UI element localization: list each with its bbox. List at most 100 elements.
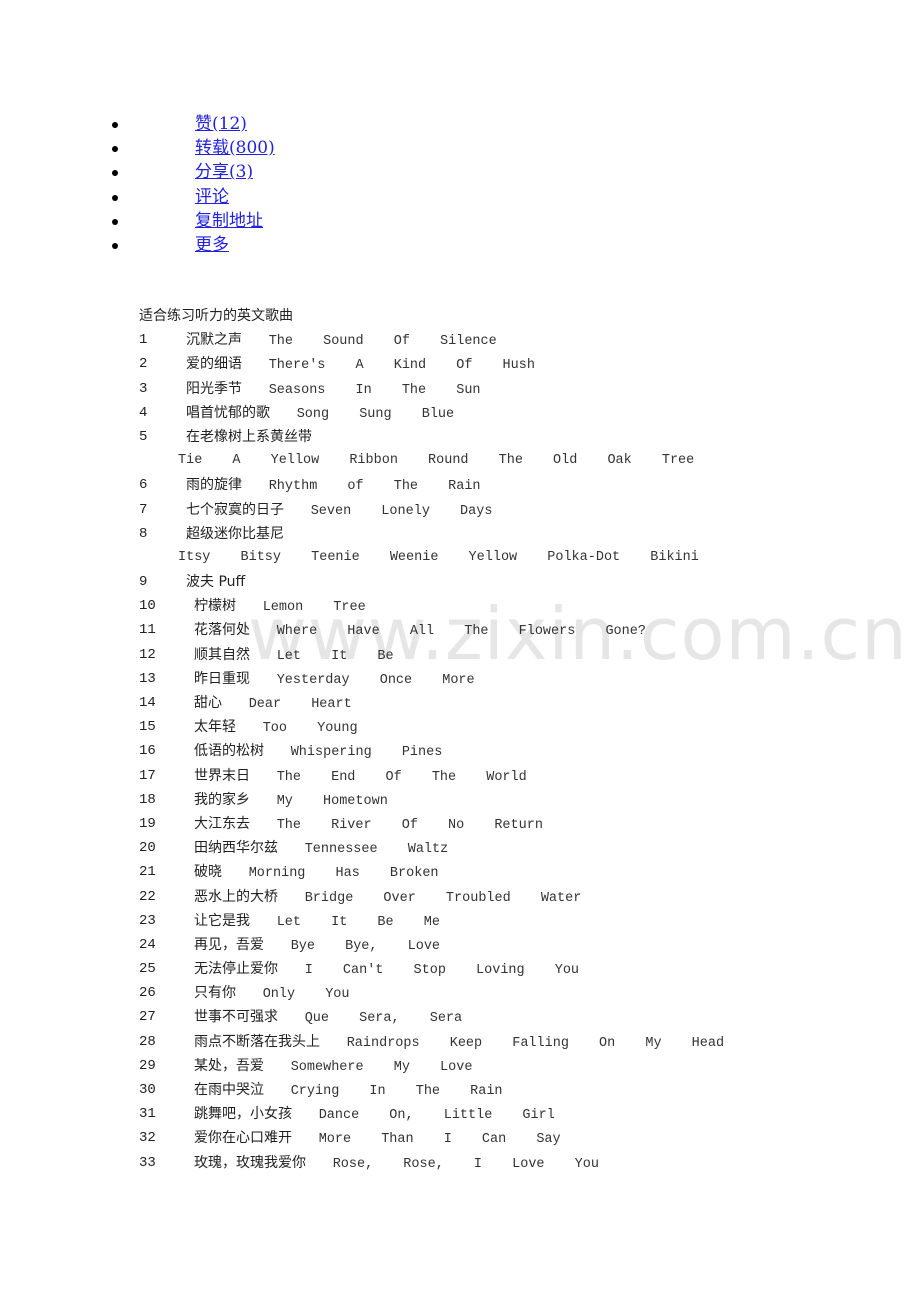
song-chinese-title: 跳舞吧，小女孩 Dance On, Little Girl xyxy=(194,1102,555,1128)
song-row-continuation: Itsy Bitsy Teenie Weenie Yellow Polka-Do… xyxy=(139,546,699,570)
song-row: 5 在老橡树上系黄丝带 xyxy=(139,425,312,449)
song-chinese-title: 超级迷你比基尼 xyxy=(186,522,284,546)
song-row: 19 大江东去 The River Of No Return xyxy=(139,812,543,836)
song-row: 2 爱的细语 There's A Kind Of Hush xyxy=(139,352,535,376)
song-number: 20 xyxy=(139,840,156,857)
song-chinese-title: 只有你 Only You xyxy=(194,981,350,1007)
song-chinese-title: 甜心 Dear Heart xyxy=(194,691,352,717)
song-chinese-title: 某处，吾爱 Somewhere My Love xyxy=(194,1054,472,1080)
song-chinese-title: 阳光季节 Seasons In The Sun xyxy=(186,377,481,403)
song-number: 33 xyxy=(139,1154,156,1171)
song-english-title: My Hometown xyxy=(276,793,388,809)
song-row: 8 超级迷你比基尼 xyxy=(139,522,293,546)
song-row: 13 昨日重现 Yesterday Once More xyxy=(139,667,475,691)
song-chinese-title-text: 阳光季节 xyxy=(186,380,242,397)
more-link[interactable]: 更多 xyxy=(195,233,229,257)
song-chinese-title-text: 世事不可强求 xyxy=(194,1009,278,1026)
song-chinese-title-text: 只有你 xyxy=(194,985,236,1002)
song-english-title: The End Of The World xyxy=(276,769,527,785)
song-english-title: Rose, Rose, I Love You xyxy=(332,1156,599,1172)
song-chinese-title: 我的家乡 My Hometown xyxy=(194,788,388,814)
song-chinese-title: 雨的旋律 Rhythm of The Rain xyxy=(186,473,481,499)
repost-link[interactable]: 转载(800) xyxy=(195,136,275,160)
song-number: 25 xyxy=(139,961,156,978)
song-chinese-title-text: 再见，吾爱 xyxy=(194,936,264,953)
song-english-title: Somewhere My Love xyxy=(290,1059,473,1075)
comment-link[interactable]: 评论 xyxy=(195,185,229,209)
song-chinese-title: 沉默之声 The Sound Of Silence xyxy=(186,328,497,354)
song-chinese-title: 无法停止爱你 I Can't Stop Loving You xyxy=(194,957,579,983)
song-row: 31 跳舞吧，小女孩 Dance On, Little Girl xyxy=(139,1102,555,1126)
song-row: 29 某处，吾爱 Somewhere My Love xyxy=(139,1054,472,1078)
song-row: 1 沉默之声 The Sound Of Silence xyxy=(139,328,497,352)
song-chinese-title: 世界末日 The End Of The World xyxy=(194,764,527,790)
song-english-title: I Can't Stop Loving You xyxy=(304,963,580,979)
song-number: 28 xyxy=(139,1033,156,1050)
like-link[interactable]: 赞(12) xyxy=(195,112,247,136)
song-row: 27 世事不可强求 Que Sera, Sera xyxy=(139,1005,462,1029)
bullet-icon xyxy=(112,122,118,128)
song-english-title: Bye Bye, Love xyxy=(290,938,441,954)
song-chinese-title-text: 沉默之声 xyxy=(186,332,242,349)
song-chinese-title: 爱的细语 There's A Kind Of Hush xyxy=(186,352,535,378)
song-chinese-title-text: 太年轻 xyxy=(194,719,236,736)
song-chinese-title: 波夫 Puff xyxy=(186,570,245,594)
song-number: 24 xyxy=(139,936,156,953)
song-english-title: Dance On, Little Girl xyxy=(318,1108,555,1124)
song-chinese-title-text: 超级迷你比基尼 xyxy=(186,525,284,542)
song-row: 4 唱首忧郁的歌 Song Sung Blue xyxy=(139,401,454,425)
song-number: 14 xyxy=(139,695,156,711)
song-number: 12 xyxy=(139,646,156,663)
song-row: 23 让它是我 Let It Be Me xyxy=(139,909,440,933)
song-chinese-title-text: 跳舞吧，小女孩 xyxy=(194,1106,292,1123)
song-chinese-title-text: 柠檬树 xyxy=(194,598,236,615)
song-english-title: There's A Kind Of Hush xyxy=(268,358,535,374)
song-chinese-title: 太年轻 Too Young xyxy=(194,715,358,741)
song-chinese-title: 在老橡树上系黄丝带 xyxy=(186,425,312,449)
song-english-title: Morning Has Broken xyxy=(248,866,439,882)
song-number: 2 xyxy=(139,356,148,373)
song-number: 7 xyxy=(139,501,148,518)
song-chinese-title: 恶水上的大桥 Bridge Over Troubled Water xyxy=(194,885,581,911)
song-number: 26 xyxy=(139,985,156,1002)
song-row: 21 破晓 Morning Has Broken xyxy=(139,860,439,884)
song-chinese-title-text: 我的家乡 xyxy=(194,791,250,808)
song-row: 14 甜心 Dear Heart xyxy=(139,691,352,715)
song-chinese-title-text: 恶水上的大桥 xyxy=(194,888,278,905)
song-number: 29 xyxy=(139,1057,156,1074)
song-row: 3 阳光季节 Seasons In The Sun xyxy=(139,377,481,401)
song-chinese-title: 雨点不断落在我头上 Raindrops Keep Falling On My H… xyxy=(194,1030,724,1056)
song-row: 33 玫瑰，玫瑰我爱你 Rose, Rose, I Love You xyxy=(139,1151,599,1175)
song-english-title: Que Sera, Sera xyxy=(304,1011,463,1027)
song-number: 1 xyxy=(139,332,148,349)
song-english-title: Song Sung Blue xyxy=(296,406,455,422)
song-number: 15 xyxy=(139,719,156,736)
song-chinese-title-text: 七个寂寞的日子 xyxy=(186,501,284,518)
song-chinese-title-text: 甜心 xyxy=(194,695,222,711)
song-row: 20 田纳西华尔兹 Tennessee Waltz xyxy=(139,836,448,860)
share-link[interactable]: 分享(3) xyxy=(195,160,253,184)
song-row: 25 无法停止爱你 I Can't Stop Loving You xyxy=(139,957,579,981)
song-number: 10 xyxy=(139,598,156,615)
song-chinese-title: 世事不可强求 Que Sera, Sera xyxy=(194,1005,462,1031)
song-number: 6 xyxy=(139,477,148,494)
song-english-title: Too Young xyxy=(262,721,358,737)
song-chinese-title-text: 玫瑰，玫瑰我爱你 xyxy=(194,1154,306,1171)
song-chinese-title: 昨日重现 Yesterday Once More xyxy=(194,667,475,693)
song-chinese-title-text: 无法停止爱你 xyxy=(194,961,278,978)
song-number: 11 xyxy=(139,622,156,639)
song-list-document: 适合练习听力的英文歌曲 1 沉默之声 The Sound Of Silence 2 爱… xyxy=(139,304,724,1175)
song-english-title: The Sound Of Silence xyxy=(268,334,497,350)
song-chinese-title-text: 顺其自然 xyxy=(194,646,250,663)
song-row: 18 我的家乡 My Hometown xyxy=(139,788,388,812)
song-number: 30 xyxy=(139,1082,156,1098)
copy-address-link[interactable]: 复制地址 xyxy=(195,209,263,233)
song-english-title: Let It Be xyxy=(276,648,394,664)
song-row: 10 柠檬树 Lemon Tree xyxy=(139,594,366,618)
song-english-title: Lemon Tree xyxy=(262,600,366,616)
song-chinese-title: 在雨中哭泣 Crying In The Rain xyxy=(194,1078,503,1104)
song-number: 31 xyxy=(139,1106,156,1123)
song-chinese-title-text: 昨日重现 xyxy=(194,670,250,687)
bullet-icon xyxy=(112,146,118,153)
song-chinese-title-text: 大江东去 xyxy=(194,815,250,832)
